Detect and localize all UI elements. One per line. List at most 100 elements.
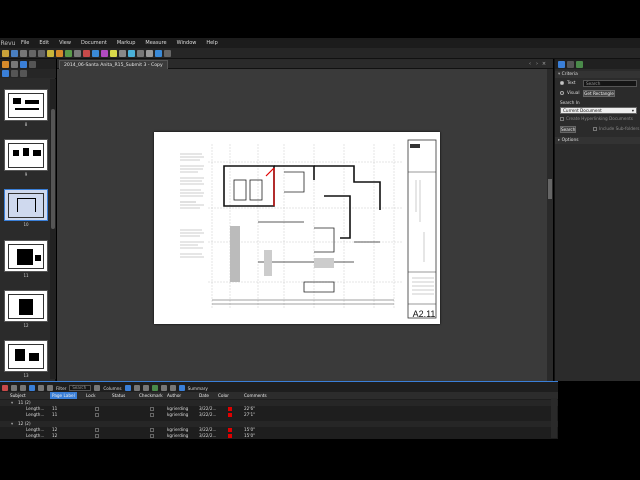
status-icon[interactable] [142, 385, 149, 391]
page-thumbnail[interactable] [4, 240, 48, 272]
page-thumbnail[interactable] [4, 340, 48, 372]
cloud-icon[interactable] [146, 49, 153, 57]
pen-icon[interactable] [83, 49, 90, 57]
drawing-sheet[interactable]: A2.11 [154, 132, 440, 324]
filter-icon[interactable] [47, 385, 53, 391]
filter-label[interactable]: Filter [56, 386, 66, 391]
checkmark-checkbox[interactable] [150, 407, 154, 411]
highlight-icon[interactable] [92, 49, 99, 57]
lock-checkbox[interactable] [95, 407, 99, 411]
thumb-small-icon[interactable] [2, 70, 9, 77]
layers-icon[interactable] [29, 60, 36, 68]
checkmark-checkbox[interactable] [150, 434, 154, 438]
scrollbar-thumb[interactable] [548, 179, 552, 199]
thumbnails-icon[interactable] [20, 60, 27, 68]
shape-icon[interactable] [119, 49, 126, 57]
text-radio[interactable] [560, 81, 564, 85]
pen-tool-icon[interactable] [11, 60, 18, 68]
menu-edit[interactable]: Edit [34, 38, 54, 48]
import-icon[interactable] [29, 385, 35, 391]
menu-file[interactable]: File [16, 38, 34, 48]
zoom-icon[interactable] [65, 49, 72, 57]
page-thumbnail[interactable] [4, 139, 48, 171]
pan-icon[interactable] [56, 49, 63, 57]
select-icon[interactable] [47, 49, 54, 57]
col-page-label[interactable]: Page Label [50, 392, 77, 399]
columns-button[interactable]: Columns [103, 386, 121, 391]
list-view-icon[interactable] [94, 385, 101, 391]
print-icon[interactable] [20, 49, 27, 57]
open-icon[interactable] [2, 49, 9, 57]
visual-radio[interactable] [560, 91, 564, 95]
col-date[interactable]: Date [199, 392, 209, 399]
tab-right-icon[interactable]: › [534, 61, 540, 67]
filter-options-icon[interactable] [133, 385, 140, 391]
menu-view[interactable]: View [54, 38, 76, 48]
search-input[interactable]: Search [583, 80, 637, 87]
col-status[interactable]: Status [112, 392, 125, 399]
options-section-header[interactable]: ▸ Options [555, 137, 640, 144]
summary-icon[interactable] [178, 385, 185, 391]
search-in-select[interactable]: Current Document ▾ [560, 107, 637, 114]
collapse-icon[interactable] [11, 385, 17, 391]
col-color[interactable]: Color [218, 392, 229, 399]
menu-markup[interactable]: Markup [112, 38, 141, 48]
export-icon[interactable] [38, 385, 44, 391]
col-checkmark[interactable]: Checkmark [139, 392, 163, 399]
close-tab-icon[interactable]: × [541, 61, 547, 67]
thumbnails-scrollbar[interactable] [50, 79, 56, 379]
tab-left-icon[interactable]: ‹ [527, 61, 533, 67]
thumb-large-icon[interactable] [11, 70, 18, 77]
hyperlinking-checkbox[interactable] [560, 117, 564, 121]
lock-checkbox[interactable] [95, 428, 99, 432]
note-icon[interactable] [110, 49, 117, 57]
checkmark-checkbox[interactable] [150, 413, 154, 417]
delete-icon[interactable] [169, 385, 176, 391]
properties-icon[interactable] [558, 60, 565, 68]
lock-checkbox[interactable] [95, 413, 99, 417]
close-panel-icon[interactable] [2, 385, 8, 391]
save-icon[interactable] [11, 49, 18, 57]
col-subject[interactable]: Subject [10, 392, 26, 399]
polygon-icon[interactable] [155, 49, 162, 57]
document-tab[interactable]: 2014_06-Santa Anita_R15_Submit 3 - Copy [59, 60, 168, 69]
text-icon[interactable] [101, 49, 108, 57]
col-comments[interactable]: Comments [244, 392, 267, 399]
measure-icon[interactable] [128, 49, 135, 57]
stamp-icon[interactable] [137, 49, 144, 57]
menu-window[interactable]: Window [172, 38, 202, 48]
expand-icon[interactable] [20, 385, 26, 391]
markups-search-input[interactable]: Search [69, 385, 92, 391]
undo-icon[interactable] [29, 49, 36, 57]
snapshot-icon[interactable] [74, 49, 81, 57]
thumb-options-icon[interactable] [20, 70, 27, 77]
table-row[interactable]: Length... 11 kgrierding 3/22/2... 27'1" [0, 412, 558, 418]
summary-button[interactable]: Summary [188, 386, 208, 391]
col-lock[interactable]: Lock [86, 392, 96, 399]
criteria-section-header[interactable]: ▾ Criteria [555, 71, 640, 78]
search-button[interactable]: Search [560, 126, 576, 133]
document-canvas[interactable]: 2014_06-Santa Anita_R15_Submit 3 - Copy … [57, 59, 553, 381]
bookmarks-icon[interactable] [2, 60, 9, 68]
markups-scrollbar[interactable] [551, 398, 557, 438]
checkmark-checkbox[interactable] [150, 428, 154, 432]
scrollbar-thumb[interactable] [51, 109, 55, 229]
menu-document[interactable]: Document [76, 38, 112, 48]
canvas-vertical-scrollbar[interactable] [547, 69, 553, 381]
checkmark-icon[interactable] [151, 385, 158, 391]
get-rectangle-button[interactable]: Get Rectangle [583, 90, 615, 97]
page-thumbnail[interactable] [4, 89, 48, 121]
redo-icon[interactable] [38, 49, 45, 57]
menu-measure[interactable]: Measure [140, 38, 171, 48]
reply-icon[interactable] [160, 385, 167, 391]
col-author[interactable]: Author [167, 392, 181, 399]
eraser-icon[interactable] [164, 49, 171, 57]
lock-checkbox[interactable] [95, 434, 99, 438]
include-subfolders-checkbox[interactable] [593, 127, 597, 131]
tool-chest-icon[interactable] [567, 60, 574, 68]
menu-help[interactable]: Help [201, 38, 222, 48]
settings-icon[interactable] [124, 385, 131, 391]
page-thumbnail-selected[interactable] [4, 189, 48, 221]
search-panel-icon[interactable] [576, 60, 583, 68]
page-thumbnail[interactable] [4, 290, 48, 322]
